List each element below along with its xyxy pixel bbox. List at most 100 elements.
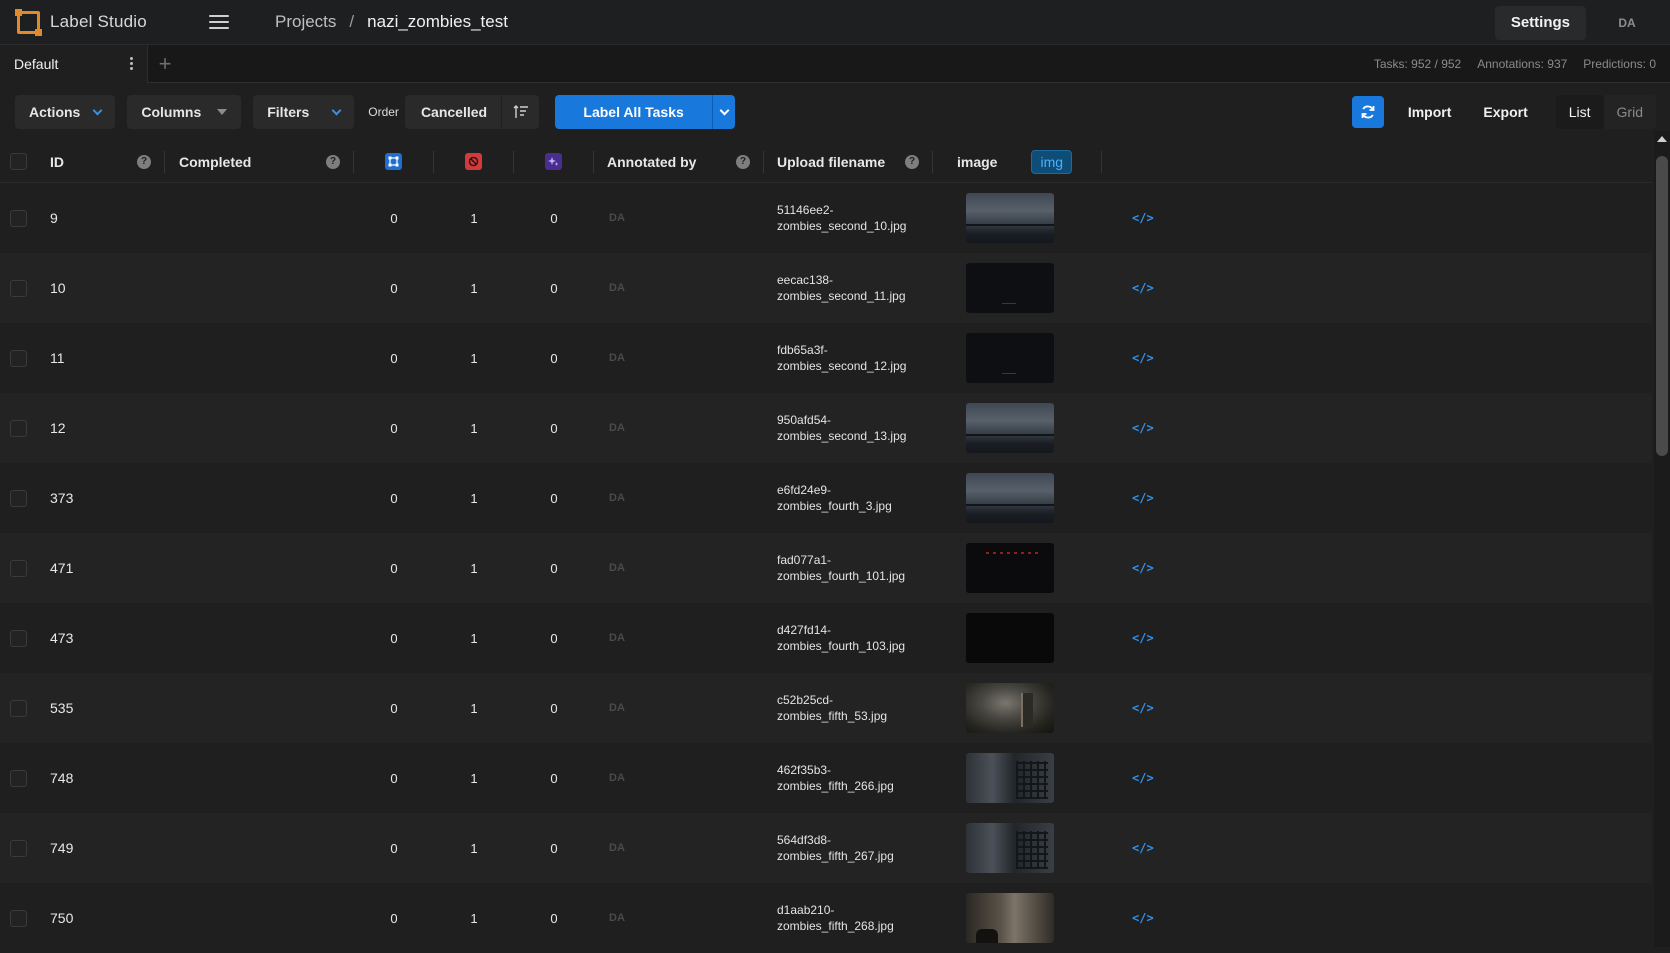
row-checkbox[interactable] bbox=[10, 279, 27, 297]
scrollbar-thumb[interactable] bbox=[1656, 156, 1668, 456]
columns-button[interactable]: Columns bbox=[127, 95, 242, 129]
add-tab-button[interactable]: + bbox=[148, 45, 182, 83]
label-all-tasks-button[interactable]: Label All Tasks bbox=[555, 95, 714, 129]
annotator-avatar[interactable]: DA bbox=[609, 282, 625, 294]
select-all-checkbox[interactable] bbox=[10, 153, 27, 170]
image-thumbnail[interactable] bbox=[966, 333, 1054, 383]
code-view-icon[interactable]: </> bbox=[1132, 421, 1154, 435]
image-thumbnail[interactable] bbox=[966, 263, 1054, 313]
annotator-avatar[interactable]: DA bbox=[609, 422, 625, 434]
label-all-dropdown-button[interactable] bbox=[713, 95, 735, 129]
user-avatar[interactable]: DA bbox=[1610, 6, 1644, 40]
table-row[interactable]: 12 0 1 0 DA 950afd54- zombies_second_13.jpg </> bbox=[0, 393, 1652, 463]
code-view-icon[interactable]: </> bbox=[1132, 561, 1154, 575]
row-checkbox[interactable] bbox=[10, 699, 27, 717]
view-grid-button[interactable]: Grid bbox=[1604, 95, 1656, 129]
row-checkbox[interactable] bbox=[10, 349, 27, 367]
table-row[interactable]: 535 0 1 0 DA c52b25cd-zombies_fifth_53.jpg </> bbox=[0, 673, 1652, 743]
table-row[interactable]: 750 0 1 0 DA d1aab210- zombies_fifth_268.jpg </… bbox=[0, 883, 1652, 953]
code-view-icon[interactable]: </> bbox=[1132, 771, 1154, 785]
order-selector[interactable]: Cancelled bbox=[404, 95, 540, 129]
code-view-icon[interactable]: </> bbox=[1132, 701, 1154, 715]
image-thumbnail[interactable] bbox=[966, 613, 1054, 663]
import-button[interactable]: Import bbox=[1392, 95, 1468, 129]
image-thumbnail[interactable] bbox=[966, 473, 1054, 523]
settings-button[interactable]: Settings bbox=[1494, 5, 1586, 40]
table-row[interactable]: 373 0 1 0 DA e6fd24e9- zombies_fourth_3.jpg </> bbox=[0, 463, 1652, 533]
row-checkbox[interactable] bbox=[10, 909, 27, 927]
code-view-icon[interactable]: </> bbox=[1132, 281, 1154, 295]
hamburger-menu-icon[interactable] bbox=[209, 15, 229, 29]
app-logo[interactable]: Label Studio bbox=[15, 8, 192, 36]
image-thumbnail[interactable] bbox=[966, 823, 1054, 873]
help-icon[interactable]: ? bbox=[905, 154, 919, 169]
actions-button[interactable]: Actions bbox=[15, 95, 116, 129]
help-icon[interactable]: ? bbox=[736, 154, 750, 169]
predictions-sparkle-icon bbox=[545, 153, 562, 170]
cell-completed bbox=[165, 463, 354, 533]
view-list-button[interactable]: List bbox=[1555, 95, 1604, 129]
column-total-annotations[interactable] bbox=[354, 150, 434, 173]
table-row[interactable]: 473 0 1 0 DA d427fd14- zombies_fourth_103.jpg <… bbox=[0, 603, 1652, 673]
help-icon[interactable]: ? bbox=[326, 154, 340, 169]
image-thumbnail[interactable] bbox=[966, 403, 1054, 453]
row-checkbox[interactable] bbox=[10, 839, 27, 857]
annotator-avatar[interactable]: DA bbox=[609, 702, 625, 714]
sort-direction-icon[interactable] bbox=[501, 95, 539, 129]
table-row[interactable]: 9 0 1 0 DA 51146ee2- zombies_second_10.jpg </> bbox=[0, 183, 1652, 253]
table-row[interactable]: 11 0 1 0 DA fdb65a3f-zombies_second_12.jpg </> bbox=[0, 323, 1652, 393]
row-checkbox[interactable] bbox=[10, 629, 27, 647]
code-view-icon[interactable]: </> bbox=[1132, 211, 1154, 225]
annotator-avatar[interactable]: DA bbox=[609, 772, 625, 784]
image-thumbnail[interactable] bbox=[966, 193, 1054, 243]
tab-default[interactable]: Default bbox=[0, 44, 148, 83]
order-value[interactable]: Cancelled bbox=[405, 104, 501, 120]
cell-total-annotations: 0 bbox=[354, 393, 434, 463]
annotator-avatar[interactable]: DA bbox=[609, 352, 625, 364]
code-view-icon[interactable]: </> bbox=[1132, 491, 1154, 505]
code-view-icon[interactable]: </> bbox=[1132, 631, 1154, 645]
refresh-button[interactable] bbox=[1351, 96, 1384, 128]
export-button[interactable]: Export bbox=[1467, 95, 1543, 129]
image-thumbnail[interactable] bbox=[966, 753, 1054, 803]
column-id[interactable]: ID ? bbox=[37, 150, 165, 173]
filters-button[interactable]: Filters bbox=[253, 95, 355, 129]
row-checkbox[interactable] bbox=[10, 209, 27, 227]
annotator-avatar[interactable]: DA bbox=[609, 842, 625, 854]
annotator-avatar[interactable]: DA bbox=[609, 632, 625, 644]
scroll-up-arrow-icon[interactable] bbox=[1654, 131, 1670, 147]
vertical-scrollbar[interactable] bbox=[1654, 131, 1670, 947]
breadcrumb-current-project: nazi_zombies_test bbox=[367, 12, 508, 31]
help-icon[interactable]: ? bbox=[137, 154, 151, 169]
code-view-icon[interactable]: </> bbox=[1132, 911, 1154, 925]
tab-menu-icon[interactable] bbox=[126, 53, 137, 74]
column-upload-filename[interactable]: Upload filename ? bbox=[764, 150, 933, 173]
predictions-count: Predictions: 0 bbox=[1583, 57, 1656, 71]
image-thumbnail[interactable] bbox=[966, 683, 1054, 733]
image-thumbnail[interactable] bbox=[966, 893, 1054, 943]
table-row[interactable]: 10 0 1 0 DA eecac138- zombies_second_11.jpg </> bbox=[0, 253, 1652, 323]
code-view-icon[interactable]: </> bbox=[1132, 351, 1154, 365]
annotator-avatar[interactable]: DA bbox=[609, 562, 625, 574]
table-row[interactable]: 471 0 1 0 DA fad077a1- zombies_fourth_101.jpg <… bbox=[0, 533, 1652, 603]
row-checkbox[interactable] bbox=[10, 419, 27, 437]
image-thumbnail[interactable] bbox=[966, 543, 1054, 593]
row-select-cell bbox=[0, 673, 37, 743]
row-checkbox[interactable] bbox=[10, 769, 27, 787]
annotator-avatar[interactable]: DA bbox=[609, 912, 625, 924]
table-row[interactable]: 748 0 1 0 DA 462f35b3- zombies_fifth_266.jpg </… bbox=[0, 743, 1652, 813]
column-completed[interactable]: Completed ? bbox=[165, 150, 354, 173]
cell-source: </> bbox=[1102, 323, 1182, 393]
row-checkbox[interactable] bbox=[10, 489, 27, 507]
column-predictions[interactable] bbox=[514, 150, 594, 173]
code-view-icon[interactable]: </> bbox=[1132, 841, 1154, 855]
annotator-avatar[interactable]: DA bbox=[609, 492, 625, 504]
column-image[interactable]: image img bbox=[933, 149, 1102, 174]
annotator-avatar[interactable]: DA bbox=[609, 212, 625, 224]
row-checkbox[interactable] bbox=[10, 559, 27, 577]
column-annotated-by[interactable]: Annotated by ? bbox=[594, 150, 764, 173]
chevron-down-icon bbox=[92, 105, 103, 115]
column-cancelled-annotations[interactable] bbox=[434, 150, 514, 173]
breadcrumb-projects[interactable]: Projects bbox=[275, 12, 336, 32]
table-row[interactable]: 749 0 1 0 DA 564df3d8- zombies_fifth_267.jpg </… bbox=[0, 813, 1652, 883]
